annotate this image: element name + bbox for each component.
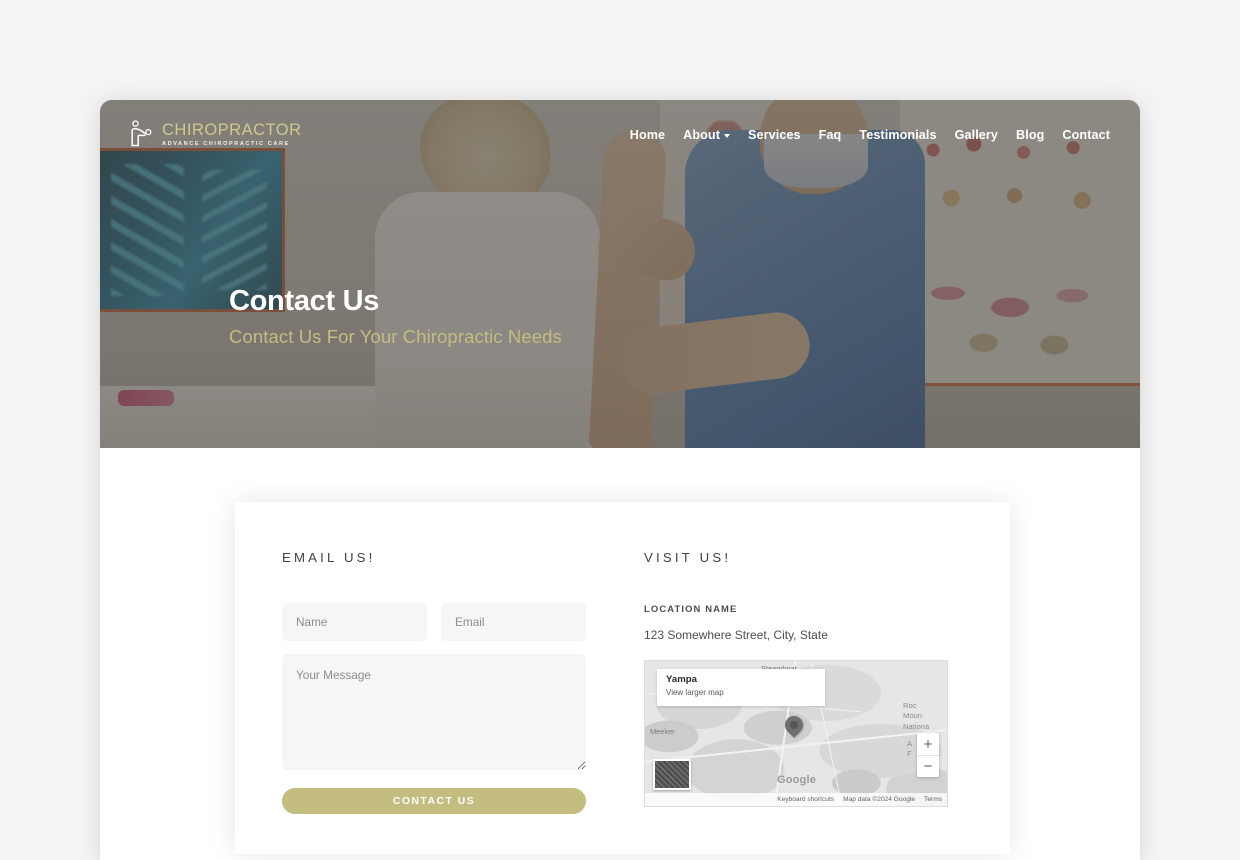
view-larger-map-link[interactable]: View larger map	[666, 688, 816, 697]
email-us-section: EMAIL US! CONTACT US	[282, 550, 586, 814]
keyboard-shortcuts-link[interactable]: Keyboard shortcuts	[777, 796, 834, 803]
nav-label: Faq	[818, 128, 842, 142]
brand-logo[interactable]: CHIROPRACTOR ADVANCE CHIROPRACTIC CARE	[128, 120, 302, 150]
map-label-side-line1: A	[907, 739, 913, 748]
hero-banner: CHIROPRACTOR ADVANCE CHIROPRACTIC CARE H…	[100, 100, 1140, 448]
map-label-side-line2: F	[907, 749, 912, 759]
nav-item-blog[interactable]: Blog	[1016, 128, 1044, 142]
nav-item-services[interactable]: Services	[748, 128, 801, 142]
map-terms-link[interactable]: Terms	[924, 796, 942, 803]
name-email-row	[282, 603, 586, 641]
map-label-meeker: Meeker	[650, 727, 675, 736]
brand-name: CHIROPRACTOR	[162, 120, 302, 139]
hero-copy: Contact Us Contact Us For Your Chiroprac…	[229, 285, 562, 348]
map-label-park: Roc Moun Nationa	[903, 701, 929, 732]
email-us-heading: EMAIL US!	[282, 550, 376, 565]
map-zoom-out-button[interactable]: −	[917, 755, 939, 777]
email-input[interactable]	[441, 603, 586, 641]
nav-label: Blog	[1016, 128, 1045, 142]
map-info-card[interactable]: Yampa View larger map	[657, 669, 825, 706]
brand-tagline: ADVANCE CHIROPRACTIC CARE	[162, 141, 290, 148]
nav-item-gallery[interactable]: Gallery	[955, 128, 998, 142]
map-label-park-line1: Roc	[903, 701, 917, 710]
location-address: 123 Somewhere Street, City, State	[644, 628, 828, 642]
message-textarea[interactable]	[282, 654, 586, 770]
map-streetview-thumbnail[interactable]	[653, 759, 691, 790]
nav-label: Contact	[1062, 128, 1110, 142]
chiropractor-logo-icon	[131, 120, 152, 147]
google-watermark: Google	[777, 774, 817, 786]
map-footer: Keyboard shortcuts Map data ©2024 Google…	[645, 793, 947, 806]
main-navigation: Home About Services Faq Testimonials Gal…	[630, 128, 1110, 142]
map-zoom-in-button[interactable]: +	[917, 733, 939, 755]
map-zoom-controls: + −	[917, 733, 939, 777]
nav-item-about[interactable]: About	[683, 128, 731, 142]
map-place-name: Yampa	[666, 674, 697, 685]
site-header: CHIROPRACTOR ADVANCE CHIROPRACTIC CARE H…	[100, 100, 1140, 170]
nav-label: Gallery	[954, 128, 999, 142]
nav-item-testimonials[interactable]: Testimonials	[859, 128, 936, 142]
nav-label: Services	[748, 128, 801, 142]
nav-item-contact[interactable]: Contact	[1062, 128, 1110, 142]
contact-card: EMAIL US! CONTACT US VISIT US! LOCATION …	[235, 502, 1010, 854]
map-label-side: A F	[907, 739, 912, 760]
page-title: Contact Us	[229, 285, 380, 317]
contact-us-submit-button[interactable]: CONTACT US	[282, 788, 586, 814]
nav-item-home[interactable]: Home	[630, 128, 665, 142]
map-label-park-line2: Moun	[903, 711, 922, 721]
page-subtitle: Contact Us For Your Chiropractic Needs	[229, 325, 562, 347]
name-input[interactable]	[282, 603, 427, 641]
nav-item-faq[interactable]: Faq	[819, 128, 842, 142]
nav-label: Home	[629, 128, 666, 142]
location-name: LOCATION NAME	[644, 603, 738, 614]
visit-us-heading: VISIT US!	[644, 550, 732, 565]
nav-label: About	[683, 128, 721, 142]
map-label-park-line3: Nationa	[903, 721, 930, 731]
map-attribution: Map data ©2024 Google	[843, 796, 916, 803]
site-page-container: CHIROPRACTOR ADVANCE CHIROPRACTIC CARE H…	[100, 100, 1140, 860]
visit-us-section: VISIT US! LOCATION NAME 123 Somewhere St…	[644, 550, 950, 814]
google-map-embed[interactable]: Steamboat Meeker Roc Moun Nationa A F Ya…	[644, 660, 948, 807]
nav-label: Testimonials	[859, 128, 937, 142]
brand-text: CHIROPRACTOR ADVANCE CHIROPRACTIC CARE	[162, 122, 302, 148]
chevron-down-icon	[724, 134, 731, 138]
